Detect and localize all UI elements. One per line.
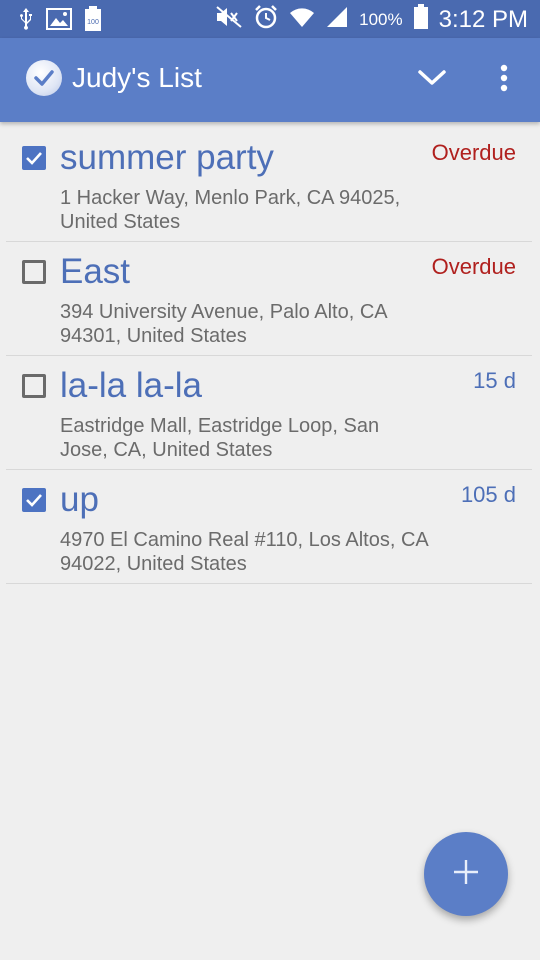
app-toolbar: Judy's List — [0, 38, 540, 122]
task-item[interactable]: summer party 1 Hacker Way, Menlo Park, C… — [6, 128, 532, 242]
task-title: la-la la-la — [60, 366, 202, 405]
more-vert-icon — [500, 64, 508, 97]
task-checkbox[interactable] — [22, 260, 46, 284]
task-due-status: 15 d — [473, 368, 516, 393]
task-list: summer party 1 Hacker Way, Menlo Park, C… — [6, 128, 532, 584]
add-task-button[interactable] — [424, 832, 508, 916]
task-title: East — [60, 252, 131, 291]
collapse-button[interactable] — [410, 58, 454, 102]
image-icon — [46, 8, 72, 35]
battery-notification-label: 100 — [87, 19, 99, 26]
usb-icon — [18, 7, 34, 36]
app-logo-icon — [26, 60, 62, 96]
task-item[interactable]: East 394 University Avenue, Palo Alto, C… — [6, 242, 532, 356]
task-title: summer party — [60, 138, 274, 177]
task-checkbox[interactable] — [22, 374, 46, 398]
page-title: Judy's List — [72, 62, 202, 93]
battery-percentage: 100% — [359, 9, 403, 29]
battery-notification-icon: 100 — [84, 6, 102, 37]
chevron-down-icon — [417, 69, 447, 92]
battery-icon — [413, 4, 429, 35]
task-item[interactable]: la-la la-la Eastridge Mall, Eastridge Lo… — [6, 356, 532, 470]
clock: 3:12 PM — [438, 5, 528, 33]
wifi-icon — [289, 5, 315, 34]
alarm-icon — [253, 4, 279, 35]
task-address: 4970 El Camino Real #110, Los Altos, CA … — [60, 529, 428, 575]
task-due-status: Overdue — [431, 254, 516, 279]
task-address: 1 Hacker Way, Menlo Park, CA 94025, Unit… — [60, 187, 401, 233]
task-checkbox[interactable] — [22, 488, 46, 512]
task-due-status: 105 d — [460, 482, 516, 507]
plus-icon — [451, 857, 481, 892]
status-bar: 100 100% 3:12 PM — [0, 0, 540, 38]
task-address: Eastridge Mall, Eastridge Loop, San Jose… — [60, 415, 380, 461]
overflow-menu-button[interactable] — [482, 58, 526, 102]
task-address: 394 University Avenue, Palo Alto, CA 943… — [60, 301, 387, 347]
task-due-status: Overdue — [431, 140, 516, 165]
mute-icon — [215, 5, 243, 34]
signal-icon — [325, 5, 349, 34]
task-title: up — [60, 480, 99, 519]
task-checkbox[interactable] — [22, 146, 46, 170]
task-item[interactable]: up 4970 El Camino Real #110, Los Altos, … — [6, 470, 532, 584]
